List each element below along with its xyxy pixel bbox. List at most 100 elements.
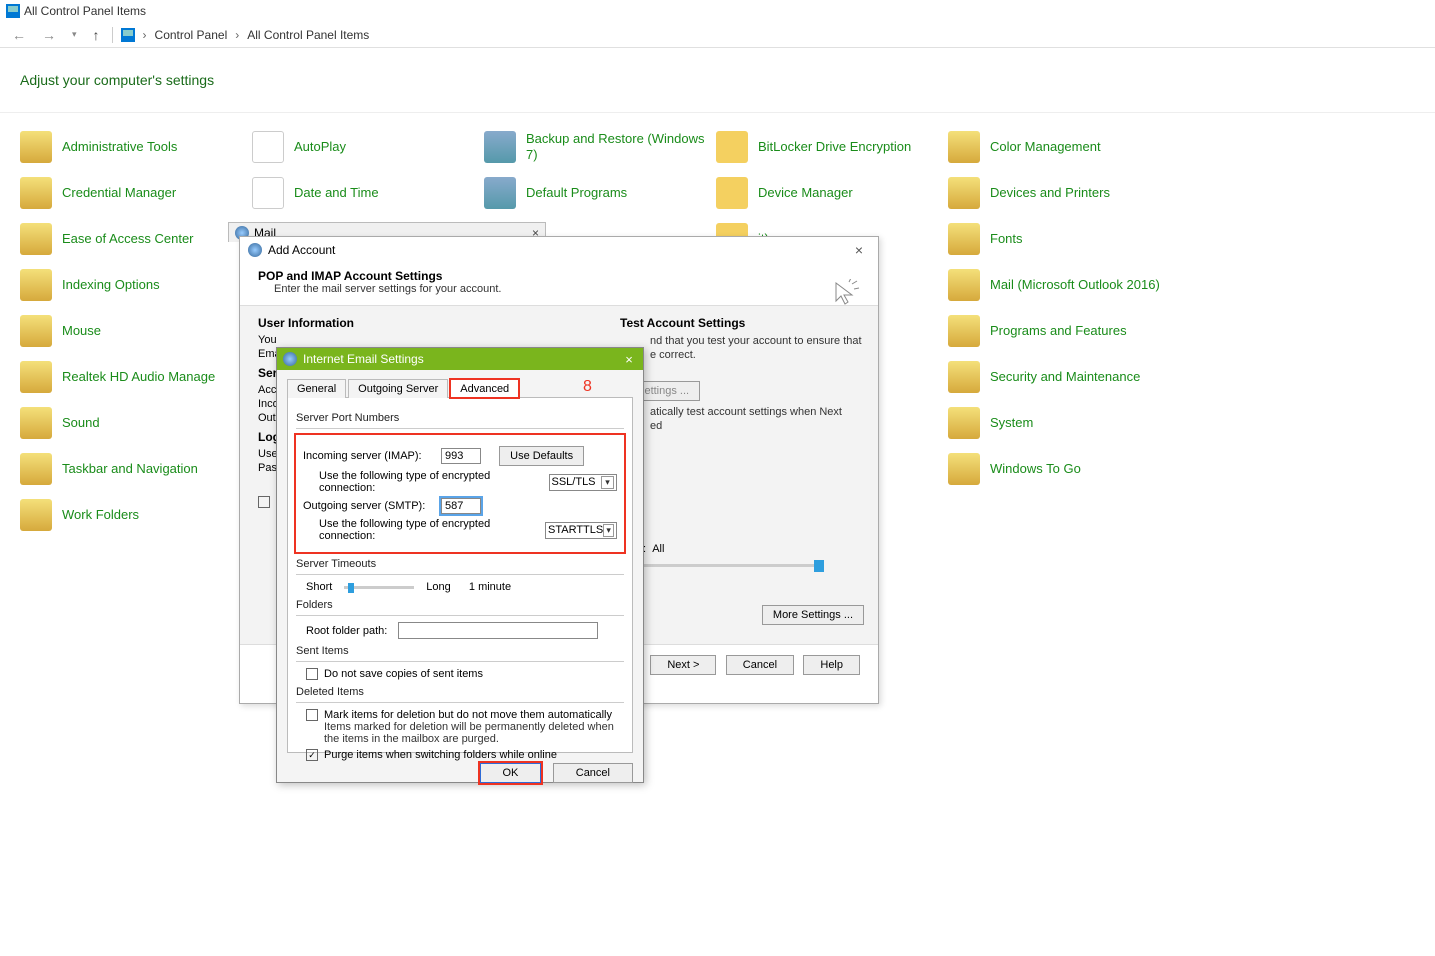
next-button[interactable]: Next > [650,655,716,675]
deleted-items-label: Deleted Items [296,686,624,698]
use-defaults-button[interactable]: Use Defaults [499,446,584,466]
item-label: Date and Time [294,185,379,201]
control-panel-item[interactable]: Date and Time [252,177,484,209]
tab-general[interactable]: General [287,379,346,398]
window-titlebar: All Control Panel Items [0,0,1435,22]
control-panel-item[interactable]: Fonts [948,223,1180,255]
control-panel-item[interactable]: Mouse [20,315,252,347]
timeout-slider[interactable] [344,586,414,589]
close-icon[interactable]: × [619,352,639,367]
control-panel-item[interactable]: Taskbar and Navigation [20,453,252,485]
item-icon [948,315,980,347]
no-save-checkbox[interactable] [306,668,318,680]
purge-checkbox[interactable]: ✓ [306,749,318,761]
server-port-numbers-label: Server Port Numbers [296,412,624,424]
slider-thumb[interactable] [348,583,354,593]
breadcrumb-sep: › [235,28,239,42]
control-panel-item[interactable]: Administrative Tools [20,131,252,163]
control-panel-item[interactable]: Color Management [948,131,1180,163]
offline-all: All [652,543,664,555]
control-panel-icon [121,28,135,42]
outgoing-port-input[interactable] [441,498,481,514]
breadcrumb-sep: › [143,28,147,42]
control-panel-item[interactable]: Mail (Microsoft Outlook 2016) [948,269,1180,301]
item-label: Mail (Microsoft Outlook 2016) [990,277,1160,293]
back-arrow-icon[interactable]: ← [8,25,30,45]
breadcrumb-root[interactable]: Control Panel [155,28,228,42]
tab-advanced[interactable]: Advanced [450,379,519,398]
incoming-port-input[interactable] [441,448,481,464]
item-icon [948,131,980,163]
more-settings-button[interactable]: More Settings ... [762,605,864,625]
checkbox-spa[interactable] [258,496,270,508]
tab-outgoing-server[interactable]: Outgoing Server [348,379,448,398]
forward-arrow-icon[interactable]: → [38,25,60,45]
item-icon [716,131,748,163]
control-panel-item[interactable]: BitLocker Drive Encryption [716,131,948,163]
purge-label: Purge items when switching folders while… [324,749,557,761]
no-save-label: Do not save copies of sent items [324,668,483,680]
dialog-subheading: Enter the mail server settings for your … [258,283,860,295]
annotation-8: 8 [583,378,592,396]
item-icon [20,131,52,163]
item-icon [484,131,516,163]
help-button[interactable]: Help [803,655,860,675]
control-panel-item[interactable]: Default Programs [484,177,716,209]
nav-divider [112,27,113,43]
timeout-short: Short [306,581,332,593]
item-icon [20,315,52,347]
item-icon [948,269,980,301]
control-panel-item[interactable]: Backup and Restore (Windows 7) [484,131,716,163]
encryption-in-select[interactable]: SSL/TLS▾ [549,474,618,491]
control-panel-item[interactable]: Work Folders [20,499,252,531]
item-label: Sound [62,415,100,431]
item-label: Credential Manager [62,185,176,201]
window-title: All Control Panel Items [24,4,146,18]
item-label: Taskbar and Navigation [62,461,198,477]
item-icon [20,453,52,485]
item-icon [20,407,52,439]
control-panel-item[interactable]: Security and Maintenance [948,361,1180,393]
item-label: Administrative Tools [62,139,177,155]
server-timeouts-label: Server Timeouts [296,558,624,570]
cancel-button[interactable]: Cancel [726,655,794,675]
item-label: Programs and Features [990,323,1127,339]
control-panel-item[interactable]: Credential Manager [20,177,252,209]
cancel-button[interactable]: Cancel [553,763,633,783]
item-icon [948,361,980,393]
chevron-down-icon: ▾ [601,476,614,489]
control-panel-item[interactable]: Device Manager [716,177,948,209]
breadcrumb-leaf[interactable]: All Control Panel Items [247,28,369,42]
slider-thumb[interactable] [814,560,824,572]
close-icon[interactable]: × [848,242,870,258]
recent-dropdown-icon[interactable]: ▾ [68,27,81,42]
encryption-out-select[interactable]: STARTTLS▾ [545,522,617,539]
item-label: Device Manager [758,185,853,201]
control-panel-item[interactable]: Programs and Features [948,315,1180,347]
control-panel-item[interactable]: System [948,407,1180,439]
item-label: Security and Maintenance [990,369,1140,385]
control-panel-item[interactable]: AutoPlay [252,131,484,163]
control-panel-item[interactable]: Realtek HD Audio Manage [20,361,252,393]
control-panel-item[interactable]: Indexing Options [20,269,252,301]
item-label: Windows To Go [990,461,1081,477]
timeout-duration: 1 minute [469,581,511,593]
navigation-bar: ← → ▾ ↑ › Control Panel › All Control Pa… [0,22,1435,48]
control-panel-item[interactable]: Sound [20,407,252,439]
up-arrow-icon[interactable]: ↑ [89,25,104,45]
sent-items-label: Sent Items [296,645,624,657]
control-panel-item[interactable]: Windows To Go [948,453,1180,485]
control-panel-item[interactable]: Devices and Printers [948,177,1180,209]
item-icon [948,453,980,485]
item-label: Ease of Access Center [62,231,194,247]
ok-button[interactable]: OK [480,763,542,783]
item-icon [948,177,980,209]
item-label: Backup and Restore (Windows 7) [526,131,716,162]
offline-slider[interactable] [620,564,820,567]
root-folder-input[interactable] [398,622,598,639]
encryption-in-label: Use the following type of encrypted conn… [319,470,543,494]
mark-deletion-label: Mark items for deletion but do not move … [324,709,612,721]
item-label: Devices and Printers [990,185,1110,201]
control-panel-item[interactable]: Ease of Access Center [20,223,252,255]
mark-deletion-checkbox[interactable] [306,709,318,721]
